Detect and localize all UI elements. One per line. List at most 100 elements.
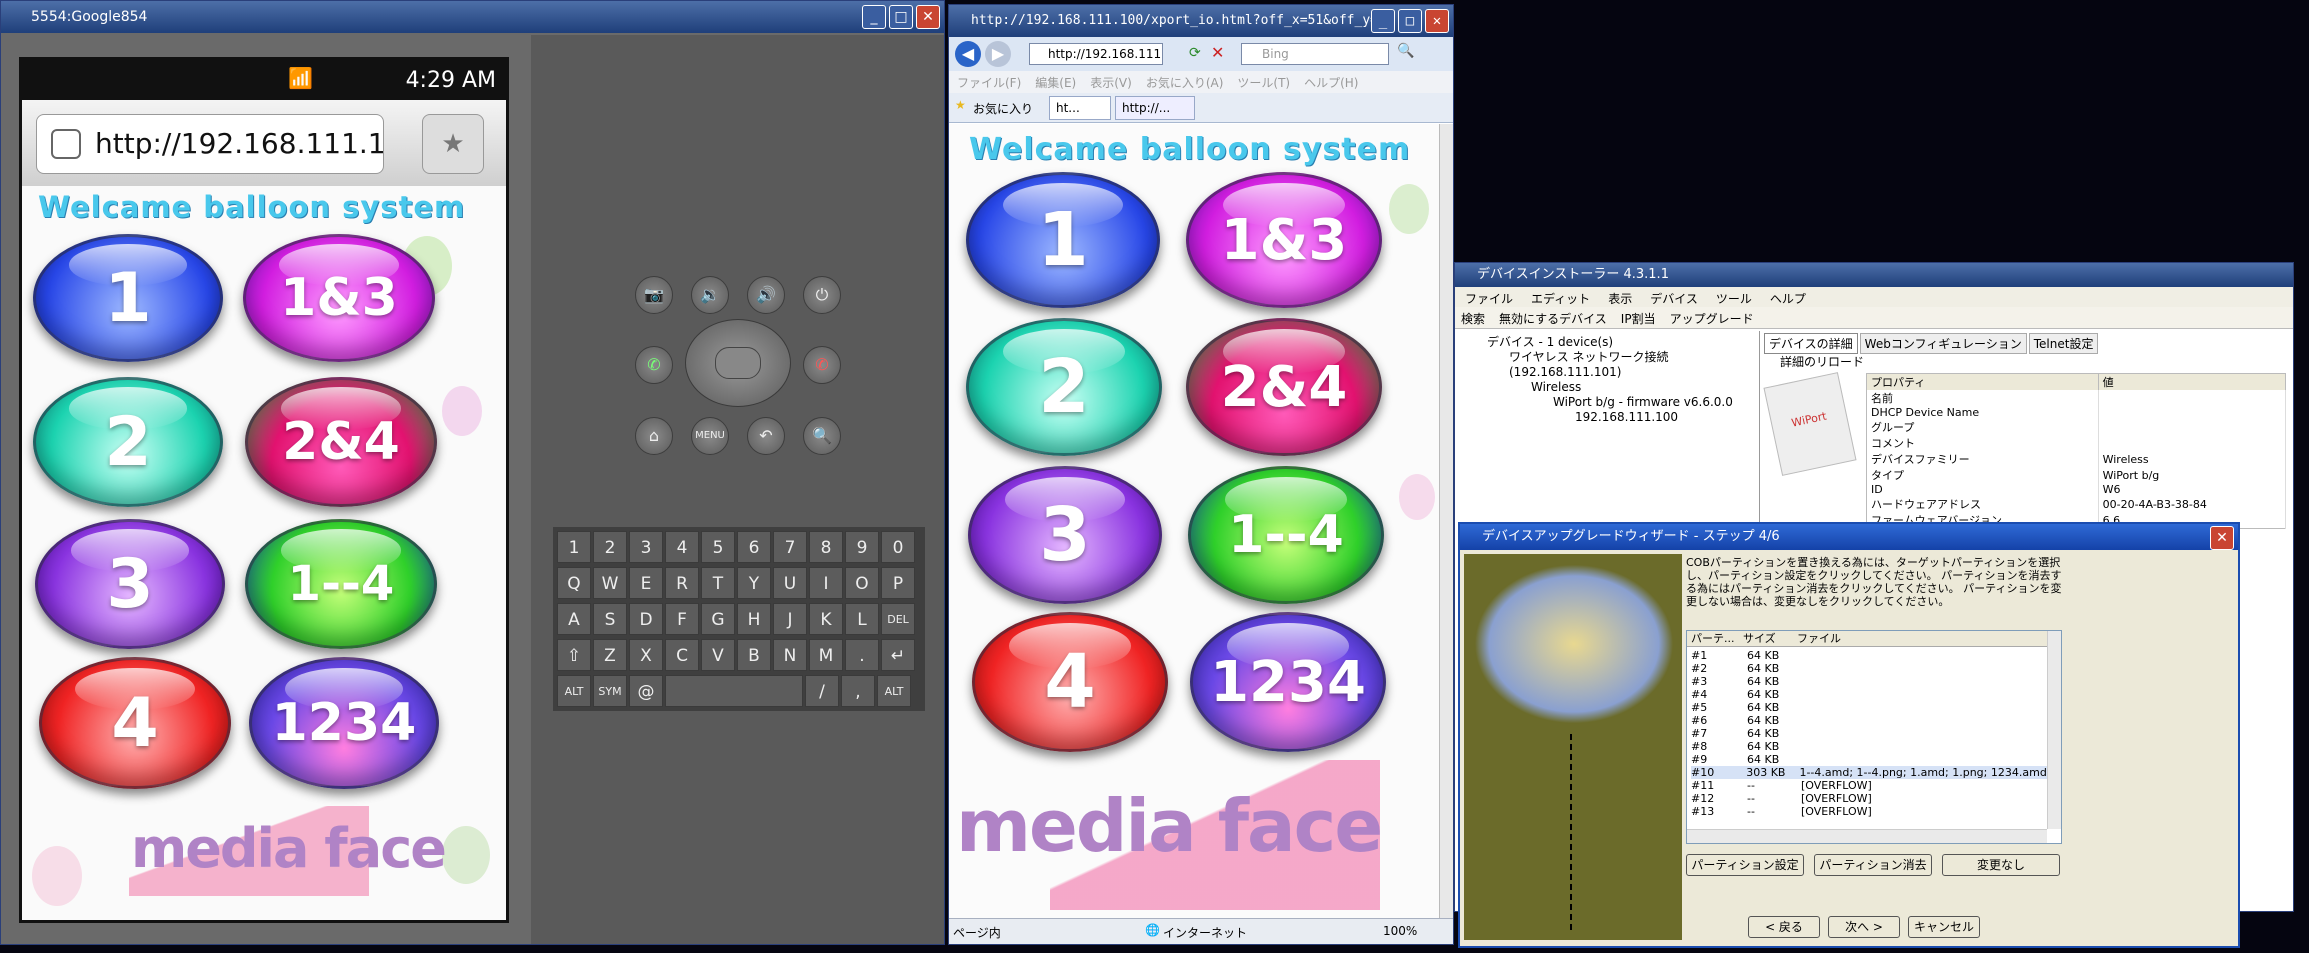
key[interactable]: P: [881, 567, 915, 599]
bookmark-button[interactable]: ★: [422, 114, 484, 174]
prop-header[interactable]: プロパティ: [1866, 373, 2099, 390]
key[interactable]: W: [593, 567, 627, 599]
key[interactable]: B: [737, 639, 771, 671]
key[interactable]: N: [773, 639, 807, 671]
key[interactable]: F: [665, 603, 699, 635]
volume-down-button[interactable]: 🔉: [691, 276, 729, 314]
key[interactable]: I: [809, 567, 843, 599]
key[interactable]: O: [845, 567, 879, 599]
balloon-1and3[interactable]: 1&3: [243, 234, 435, 362]
key[interactable]: ALT: [557, 675, 591, 707]
exclude-device-button[interactable]: 無効にするデバイス: [1499, 310, 1607, 326]
col-partition[interactable]: パーテ...: [1687, 631, 1743, 646]
partition-erase-button[interactable]: パーティション消去: [1814, 854, 1932, 876]
key[interactable]: V: [701, 639, 735, 671]
tree-network[interactable]: ワイヤレス ネットワーク接続 (192.168.111.101): [1461, 350, 1761, 380]
key[interactable]: X: [629, 639, 663, 671]
balloon-4[interactable]: 4: [39, 657, 231, 789]
key[interactable]: 0: [881, 531, 915, 563]
key[interactable]: K: [809, 603, 843, 635]
key[interactable]: 2: [593, 531, 627, 563]
key[interactable]: U: [773, 567, 807, 599]
menu-help[interactable]: ヘルプ(H): [1304, 74, 1358, 90]
balloon-1234[interactable]: 1234: [249, 657, 439, 789]
prop-header[interactable]: 値: [2098, 373, 2287, 390]
menu-view[interactable]: 表示(V): [1090, 74, 1132, 90]
close-button[interactable]: ✕: [916, 5, 940, 29]
stop-icon[interactable]: ✕: [1211, 43, 1224, 62]
maximize-button[interactable]: □: [1398, 9, 1422, 33]
partition-row[interactable]: #11 -- [OVERFLOW]: [1691, 779, 2061, 792]
menu-edit[interactable]: 編集(E): [1035, 74, 1076, 90]
menu-device[interactable]: デバイス: [1650, 290, 1698, 306]
key[interactable]: 7: [773, 531, 807, 563]
home-button[interactable]: ⌂: [635, 417, 673, 455]
menu-file[interactable]: ファイル(F): [957, 74, 1021, 90]
tree-root[interactable]: デバイス - 1 device(s): [1461, 335, 1761, 350]
address-field[interactable]: http://192.168.111.1...: [1029, 43, 1163, 65]
search-button[interactable]: 検索: [1461, 310, 1485, 326]
partition-row[interactable]: #3 64 KB: [1691, 675, 2061, 688]
tab-2[interactable]: http://...: [1115, 96, 1195, 120]
balloon-3[interactable]: 3: [35, 519, 225, 649]
menu-tools[interactable]: ツール: [1716, 290, 1752, 306]
key[interactable]: .: [845, 639, 879, 671]
partition-row[interactable]: #7 64 KB: [1691, 727, 2061, 740]
balloon-2and4[interactable]: 2&4: [245, 377, 437, 507]
menu-edit[interactable]: エディット: [1531, 290, 1590, 306]
minimize-button[interactable]: _: [862, 5, 886, 29]
key[interactable]: 5: [701, 531, 735, 563]
tab-web-config[interactable]: Webコンフィギュレーション: [1859, 333, 2027, 354]
forward-icon[interactable]: ▶: [985, 41, 1011, 67]
key[interactable]: L: [845, 603, 879, 635]
call-button[interactable]: ✆: [635, 346, 673, 384]
key[interactable]: A: [557, 603, 591, 635]
key[interactable]: @: [629, 675, 663, 707]
upgrade-button[interactable]: アップグレード: [1670, 310, 1754, 326]
balloon-1to4[interactable]: 1--4: [1188, 466, 1384, 604]
key[interactable]: ,: [841, 675, 875, 707]
key[interactable]: J: [773, 603, 807, 635]
cancel-button[interactable]: キャンセル: [1908, 916, 1980, 938]
key[interactable]: Z: [593, 639, 627, 671]
menu-view[interactable]: 表示: [1608, 290, 1632, 306]
no-change-button[interactable]: 変更なし: [1942, 854, 2060, 876]
balloon-1and3[interactable]: 1&3: [1186, 172, 1382, 308]
key[interactable]: 1: [557, 531, 591, 563]
partition-row[interactable]: #2 64 KB: [1691, 662, 2061, 675]
favorites-button[interactable]: お気に入り: [973, 100, 1033, 117]
balloon-1[interactable]: 1: [33, 234, 223, 362]
menu-favorites[interactable]: お気に入り(A): [1146, 74, 1224, 90]
key[interactable]: M: [809, 639, 843, 671]
power-button[interactable]: ⏻: [803, 276, 841, 314]
key[interactable]: ⇧: [557, 639, 591, 671]
balloon-1[interactable]: 1: [966, 172, 1160, 308]
search-field[interactable]: Bing: [1241, 43, 1389, 65]
menu-file[interactable]: ファイル: [1465, 290, 1513, 306]
partition-row[interactable]: #1 64 KB: [1691, 649, 2061, 662]
dpad-center[interactable]: [715, 347, 761, 379]
partition-row[interactable]: #8 64 KB: [1691, 740, 2061, 753]
partition-row[interactable]: #10 303 KB 1--4.amd; 1--4.png; 1.amd; 1.pn…: [1691, 766, 2061, 779]
key[interactable]: G: [701, 603, 735, 635]
partition-row[interactable]: #6 64 KB: [1691, 714, 2061, 727]
key[interactable]: S: [593, 603, 627, 635]
next-button[interactable]: 次へ >: [1828, 916, 1900, 938]
balloon-2and4[interactable]: 2&4: [1186, 318, 1382, 456]
partition-row[interactable]: #5 64 KB: [1691, 701, 2061, 714]
key[interactable]: D: [629, 603, 663, 635]
menu-help[interactable]: ヘルプ: [1770, 290, 1806, 306]
col-size[interactable]: サイズ: [1743, 631, 1797, 646]
volume-up-button[interactable]: 🔊: [747, 276, 785, 314]
partition-row[interactable]: #13 -- [OVERFLOW]: [1691, 805, 2061, 818]
back-icon[interactable]: ◀: [955, 41, 981, 67]
menu-tools[interactable]: ツール(T): [1237, 74, 1290, 90]
search-button[interactable]: 🔍: [803, 417, 841, 455]
tab-telnet[interactable]: Telnet設定: [2028, 333, 2099, 354]
balloon-2[interactable]: 2: [33, 377, 223, 507]
key[interactable]: 3: [629, 531, 663, 563]
installer-titlebar[interactable]: デバイスインストーラー 4.3.1.1: [1455, 263, 2293, 287]
list-vscroll[interactable]: [2047, 631, 2061, 829]
end-call-button[interactable]: ✆: [803, 346, 841, 384]
reload-details-button[interactable]: 詳細のリロード: [1780, 353, 1864, 370]
